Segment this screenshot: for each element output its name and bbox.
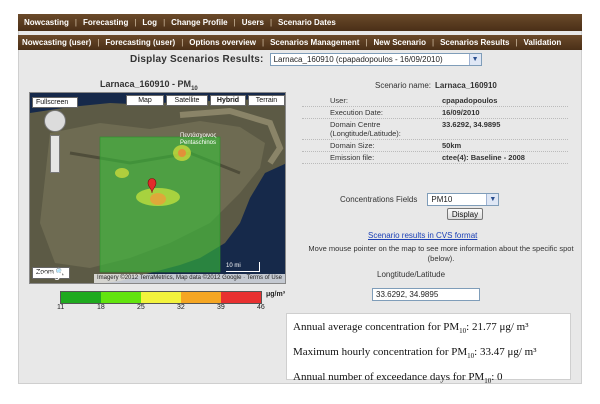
primary-nav: Nowcasting | Forecasting | Log | Change Pro… (18, 14, 582, 31)
nav-forecasting-user[interactable]: Forecasting (user) (105, 38, 175, 47)
legend-tick: 18 (97, 304, 105, 311)
legend-cell (61, 292, 101, 303)
place-label: Πεντάσχοινος (180, 132, 216, 139)
legend-unit: μg/m³ (266, 291, 286, 298)
map-attribution: Imagery ©2012 TerraMetrics, Map data ©20… (93, 274, 285, 283)
lonlat-label: Longtitude/Latitude (377, 270, 446, 279)
concentration-row: Concentrations Fields PM10 ▼ (340, 193, 500, 206)
fullscreen-button[interactable]: Fullscreen (32, 97, 78, 108)
nav-scenarios-management[interactable]: Scenarios Management (270, 38, 359, 47)
annual-average-line: Annual average concentration for PM10: 2… (293, 321, 529, 336)
display-button[interactable]: Display (447, 208, 483, 220)
csv-results-link[interactable]: Scenario results in CVS format (368, 231, 477, 240)
pan-control-icon[interactable] (44, 110, 66, 132)
info-row: Domain Centre (Longtitude/Latitude): 33.6… (302, 119, 568, 140)
info-row: Execution Date: 16/09/2010 (302, 107, 568, 119)
exceedance-days-line: Annual number of exceedance days for PM1… (293, 371, 503, 386)
place-label: Pentaschinos (180, 140, 216, 146)
legend-tick: 25 (137, 304, 145, 311)
map-imagery: Πεντάσχοινος Pentaschinos (30, 93, 285, 283)
concentration-map[interactable]: Πεντάσχοινος Pentaschinos Fullscreen Map… (29, 92, 286, 284)
map-type-terrain[interactable]: Terrain (248, 95, 285, 106)
legend-cell (221, 292, 261, 303)
info-row: Domain Size: 50km (302, 140, 568, 152)
concentration-select[interactable]: PM10 ▼ (427, 193, 500, 206)
concentration-label: Concentrations Fields (340, 195, 418, 204)
legend-tick: 11 (57, 304, 65, 311)
nav-nowcasting-user[interactable]: Nowcasting (user) (22, 38, 91, 47)
info-row: User: cpapadopoulos (302, 95, 568, 107)
color-legend (60, 291, 262, 304)
nav-users[interactable]: Users (242, 18, 264, 27)
zoom-slider[interactable] (50, 135, 60, 173)
scenario-selector-label: Display Scenarios Results: (130, 54, 264, 65)
concentration-select-value: PM10 (431, 195, 453, 204)
map-type-hybrid[interactable]: Hybrid (210, 95, 246, 106)
google-logo: Google (34, 270, 69, 281)
map-hint-text: Move mouse pointer on the map to see mor… (308, 244, 574, 263)
scenario-selector-row: Display Scenarios Results: Larnaca_16091… (130, 53, 482, 66)
nav-forecasting[interactable]: Forecasting (83, 18, 128, 27)
nav-nowcasting[interactable]: Nowcasting (24, 18, 69, 27)
map-type-map[interactable]: Map (126, 95, 164, 106)
scenario-name: Scenario name: Larnaca_160910 (375, 81, 497, 90)
nav-log[interactable]: Log (142, 18, 157, 27)
map-title: Larnaca_160910 - PM10 (100, 79, 198, 92)
nav-new-scenario[interactable]: New Scenario (374, 38, 426, 47)
scenario-info-table: User: cpapadopoulos Execution Date: 16/09/… (302, 95, 568, 164)
legend-tick: 46 (257, 304, 265, 311)
legend-cell (141, 292, 181, 303)
map-type-satellite[interactable]: Satellite (166, 95, 208, 106)
scenario-select-value: Larnaca_160910 (cpapadopoulos - 16/09/20… (273, 55, 443, 64)
nav-scenario-dates[interactable]: Scenario Dates (278, 18, 336, 27)
legend-ticks: 11 18 25 32 39 46 (52, 304, 282, 314)
chevron-down-icon: ▼ (486, 194, 499, 205)
legend-cell (181, 292, 221, 303)
info-row: Emission file: ctee(4): Baseline - 2008 (302, 152, 568, 164)
nav-validation[interactable]: Validation (524, 38, 562, 47)
nav-change-profile[interactable]: Change Profile (171, 18, 227, 27)
map-scale: 10 mi (226, 262, 260, 272)
legend-tick: 32 (177, 304, 185, 311)
legend-tick: 39 (217, 304, 225, 311)
legend-cell (101, 292, 141, 303)
secondary-nav: Nowcasting (user) | Forecasting (user) | O… (18, 35, 582, 50)
chevron-down-icon: ▼ (468, 54, 481, 65)
statistics-box: Annual average concentration for PM10: 2… (286, 313, 571, 386)
nav-scenarios-results[interactable]: Scenarios Results (440, 38, 509, 47)
scenario-select[interactable]: Larnaca_160910 (cpapadopoulos - 16/09/20… (269, 53, 482, 66)
max-hourly-line: Maximum hourly concentration for PM10: 3… (293, 346, 537, 361)
lonlat-field[interactable]: 33.6292, 34.9895 (372, 288, 480, 301)
nav-options-overview[interactable]: Options overview (189, 38, 256, 47)
